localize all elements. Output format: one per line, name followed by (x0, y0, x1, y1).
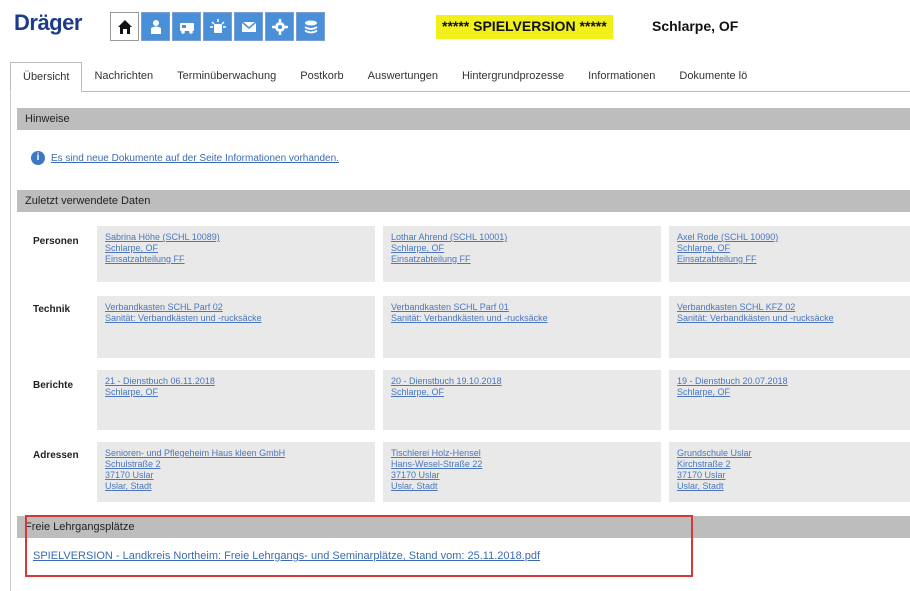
technik-card[interactable]: Verbandkasten SCHL Parf 01 Sanität: Verb… (383, 296, 661, 358)
adresse-card[interactable]: Senioren- und Pflegeheim Haus kleen GmbH… (97, 442, 375, 502)
card-line[interactable]: Schlarpe, OF (105, 387, 367, 398)
card-line[interactable]: 19 - Dienstbuch 20.07.2018 (677, 376, 903, 387)
technik-card[interactable]: Verbandkasten SCHL KFZ 02 Sanität: Verba… (669, 296, 910, 358)
tab-informationen[interactable]: Informationen (576, 62, 667, 92)
card-line[interactable]: Verbandkasten SCHL Parf 01 (391, 302, 653, 313)
card-line[interactable]: Einsatzabteilung FF (677, 254, 903, 265)
bericht-card[interactable]: 19 - Dienstbuch 20.07.2018 Schlarpe, OF (669, 370, 910, 430)
card-line[interactable]: 37170 Uslar (677, 470, 903, 481)
card-line[interactable]: Schlarpe, OF (391, 243, 653, 254)
card-line[interactable]: Uslar, Stadt (677, 481, 903, 492)
card-line[interactable]: Einsatzabteilung FF (391, 254, 653, 265)
card-line[interactable]: 37170 Uslar (391, 470, 653, 481)
card-line[interactable]: Sanität: Verbandkästen und -rucksäcke (391, 313, 653, 324)
recent-data-header: Zuletzt verwendete Daten (17, 190, 910, 212)
notice-link[interactable]: Es sind neue Dokumente auf der Seite Inf… (51, 153, 339, 164)
tab-auswertungen[interactable]: Auswertungen (356, 62, 450, 92)
card-line[interactable]: Lothar Ahrend (SCHL 10001) (391, 232, 653, 243)
person-card[interactable]: Axel Rode (SCHL 10090) Schlarpe, OF Eins… (669, 226, 910, 282)
tab-bar: Übersicht Nachrichten Terminüberwachung … (10, 62, 910, 92)
card-line[interactable]: Hans-Wesel-Straße 22 (391, 459, 653, 470)
technik-card[interactable]: Verbandkasten SCHL Parf 02 Sanität: Verb… (97, 296, 375, 358)
home-icon[interactable] (110, 12, 139, 41)
card-line[interactable]: 37170 Uslar (105, 470, 367, 481)
adresse-card[interactable]: Grundschule Uslar Kirchstraße 2 37170 Us… (669, 442, 910, 502)
card-line[interactable]: Axel Rode (SCHL 10090) (677, 232, 903, 243)
info-icon: i (31, 151, 45, 165)
tab-uebersicht[interactable]: Übersicht (10, 62, 83, 92)
card-line[interactable]: Schlarpe, OF (391, 387, 653, 398)
spielversion-banner: ***** SPIELVERSION ***** (436, 15, 613, 39)
highlight-outline (25, 515, 693, 577)
tab-dokumente[interactable]: Dokumente lö (667, 62, 759, 92)
bericht-card[interactable]: 20 - Dienstbuch 19.10.2018 Schlarpe, OF (383, 370, 661, 430)
card-line[interactable]: Kirchstraße 2 (677, 459, 903, 470)
bericht-card[interactable]: 21 - Dienstbuch 06.11.2018 Schlarpe, OF (97, 370, 375, 430)
vehicle-icon[interactable] (172, 12, 201, 41)
mail-icon[interactable] (234, 12, 263, 41)
row-label-personen: Personen (33, 236, 79, 247)
card-line[interactable]: Uslar, Stadt (105, 481, 367, 492)
card-line[interactable]: Einsatzabteilung FF (105, 254, 367, 265)
toolbar (110, 12, 325, 41)
tab-terminueberwachung[interactable]: Terminüberwachung (165, 62, 288, 92)
card-line[interactable]: 21 - Dienstbuch 06.11.2018 (105, 376, 367, 387)
card-line[interactable]: Schlarpe, OF (677, 243, 903, 254)
row-label-technik: Technik (33, 304, 71, 315)
card-line[interactable]: Sanität: Verbandkästen und -rucksäcke (677, 313, 903, 324)
row-label-berichte: Berichte (33, 380, 74, 391)
person-card[interactable]: Lothar Ahrend (SCHL 10001) Schlarpe, OF … (383, 226, 661, 282)
person-card[interactable]: Sabrina Höhe (SCHL 10089) Schlarpe, OF E… (97, 226, 375, 282)
card-line[interactable]: Uslar, Stadt (391, 481, 653, 492)
tab-hintergrundprozesse[interactable]: Hintergrundprozesse (450, 62, 576, 92)
card-line[interactable]: Schlarpe, OF (105, 243, 367, 254)
adresse-card[interactable]: Tischlerei Holz-Hensel Hans-Wesel-Straße… (383, 442, 661, 502)
card-line[interactable]: Schulstraße 2 (105, 459, 367, 470)
layers-icon[interactable] (296, 12, 325, 41)
user-name: Schlarpe, OF (652, 18, 739, 34)
card-line[interactable]: Sanität: Verbandkästen und -rucksäcke (105, 313, 367, 324)
hinweise-header: Hinweise (17, 108, 910, 130)
card-line[interactable]: Grundschule Uslar (677, 448, 903, 459)
overview-panel: Hinweise i Es sind neue Dokumente auf de… (10, 92, 910, 591)
card-line[interactable]: Sabrina Höhe (SCHL 10089) (105, 232, 367, 243)
row-label-adressen: Adressen (33, 450, 79, 461)
card-line[interactable]: Tischlerei Holz-Hensel (391, 448, 653, 459)
card-line[interactable]: 20 - Dienstbuch 19.10.2018 (391, 376, 653, 387)
card-line[interactable]: Verbandkasten SCHL KFZ 02 (677, 302, 903, 313)
tab-nachrichten[interactable]: Nachrichten (82, 62, 165, 92)
gear-icon[interactable] (265, 12, 294, 41)
app-header: Dräger ***** SPIELVERSION ***** Schlarpe… (0, 0, 910, 52)
tab-postkorb[interactable]: Postkorb (288, 62, 355, 92)
card-line[interactable]: Schlarpe, OF (677, 387, 903, 398)
logo: Dräger (14, 10, 82, 35)
alarm-icon[interactable] (203, 12, 232, 41)
card-line[interactable]: Senioren- und Pflegeheim Haus kleen GmbH (105, 448, 367, 459)
person-icon[interactable] (141, 12, 170, 41)
card-line[interactable]: Verbandkasten SCHL Parf 02 (105, 302, 367, 313)
notice: i Es sind neue Dokumente auf der Seite I… (31, 151, 339, 165)
